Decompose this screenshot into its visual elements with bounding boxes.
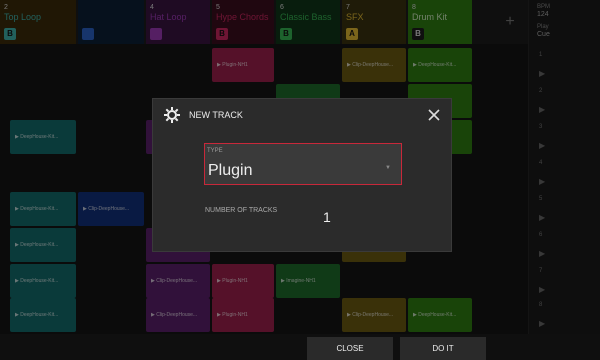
gear-icon <box>163 106 181 124</box>
chevron-down-icon: ▼ <box>385 165 391 171</box>
number-of-tracks-label: NUMBER OF TRACKS <box>205 207 278 214</box>
close-button[interactable]: CLOSE <box>307 337 393 360</box>
new-track-dialog: NEW TRACK TYPE Plugin ▼ NUMBER OF TRACKS… <box>152 98 452 252</box>
number-of-tracks-value[interactable]: 1 <box>323 209 331 225</box>
bottom-button-bar: CLOSE DO IT <box>0 334 600 360</box>
dialog-title-bar: NEW TRACK <box>153 99 453 131</box>
type-label: TYPE <box>207 148 223 154</box>
dialog-title: NEW TRACK <box>189 110 243 120</box>
type-value: Plugin <box>208 162 253 179</box>
do-it-button[interactable]: DO IT <box>400 337 486 360</box>
type-selector[interactable]: TYPE Plugin ▼ <box>204 143 402 185</box>
close-icon[interactable] <box>425 106 443 124</box>
